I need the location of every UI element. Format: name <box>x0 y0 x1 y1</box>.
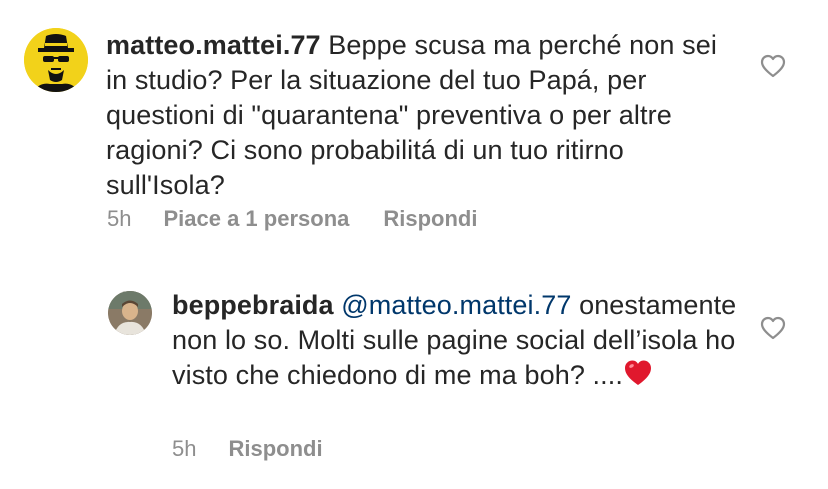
avatar[interactable] <box>24 28 88 92</box>
comment-username[interactable]: beppebraida <box>172 290 334 320</box>
avatar[interactable] <box>108 291 152 335</box>
heisenberg-avatar-icon <box>24 28 88 92</box>
mention-link[interactable]: @matteo.mattei.77 <box>341 290 571 320</box>
profile-photo-icon <box>108 291 152 335</box>
red-heart-emoji-icon <box>624 360 651 385</box>
likes-count-link[interactable]: Piace a 1 persona <box>163 206 349 232</box>
comment-meta: 5h Rispondi <box>172 436 357 462</box>
reply-button[interactable]: Rispondi <box>383 206 477 232</box>
comment-username[interactable]: matteo.mattei.77 <box>106 30 321 60</box>
reply-button[interactable]: Rispondi <box>228 436 322 462</box>
like-heart-icon[interactable] <box>760 54 786 78</box>
comment-meta: 5h Piace a 1 persona Rispondi <box>107 206 511 232</box>
comment-text: matteo.mattei.77 Beppe scusa ma perché n… <box>106 28 736 203</box>
comment-text: beppebraida @matteo.mattei.77 onestament… <box>172 288 742 393</box>
comment-time: 5h <box>107 206 132 231</box>
like-heart-icon[interactable] <box>760 316 786 340</box>
comment-time: 5h <box>172 436 197 461</box>
